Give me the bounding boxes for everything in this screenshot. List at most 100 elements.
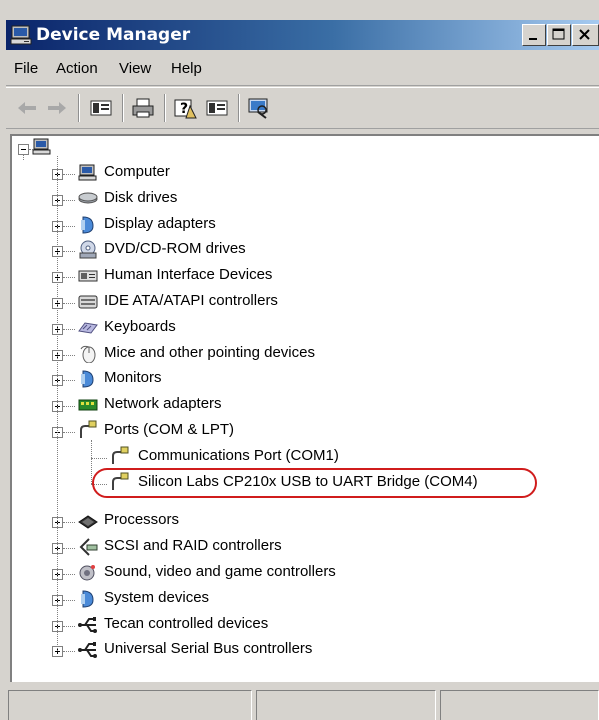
title-bar[interactable]: Device Manager	[6, 20, 599, 50]
port-icon	[80, 420, 97, 438]
close-button[interactable]	[572, 24, 599, 46]
tree-connector	[91, 440, 93, 484]
tree-category-row[interactable]: Mice and other pointing devices	[12, 341, 592, 365]
tree-category-label: Ports (COM & LPT)	[104, 421, 235, 438]
properties-icon[interactable]	[88, 96, 114, 120]
tree-connector	[63, 651, 75, 653]
cdrom-icon	[79, 240, 97, 259]
tree-device-label: Communications Port (COM1)	[138, 446, 339, 464]
tree-category-row[interactable]: DVD/CD-ROM drives	[12, 237, 592, 261]
mouse-icon	[80, 345, 96, 363]
port-icon	[112, 446, 129, 464]
tree-category-label: SCSI and RAID controllers	[104, 537, 282, 555]
sound-icon	[79, 564, 95, 581]
device-manager-icon	[10, 25, 32, 45]
tree-category-label: Network adapters	[104, 395, 222, 413]
status-pane	[256, 690, 436, 720]
tree-category-row[interactable]: Human Interface Devices	[12, 263, 592, 287]
tree-category-row[interactable]: Sound, video and game controllers	[12, 560, 592, 584]
tree-category-label: IDE ATA/ATAPI controllers	[104, 292, 278, 309]
menu-action[interactable]: Action	[56, 60, 98, 77]
toolbar-separator	[122, 94, 124, 122]
tree-category-row[interactable]: Processors	[12, 508, 592, 532]
toolbar-separator	[78, 94, 80, 122]
tree-category-label: Monitors	[104, 369, 162, 387]
print-icon[interactable]	[130, 96, 156, 120]
minus-icon	[21, 149, 26, 150]
back-arrow-icon[interactable]	[14, 96, 40, 120]
tree-category-row[interactable]: Display adapters	[12, 212, 592, 236]
tree-category-row[interactable]: IDE ATA/ATAPI controllers	[12, 289, 592, 313]
monitor-icon	[81, 370, 94, 388]
tree-category-row[interactable]: Computer	[12, 160, 592, 184]
hid-icon	[78, 270, 98, 282]
tree-category-row[interactable]: Ports (COM & LPT)	[12, 418, 592, 442]
computer-icon	[32, 138, 51, 155]
tree-category-row[interactable]: Tecan controlled devices	[12, 612, 592, 636]
tree-connector	[63, 303, 75, 305]
tree-category-label: System devices	[104, 588, 210, 606]
tree-connector	[63, 406, 75, 408]
tree-category-label: DVD/CD-ROM drives	[104, 240, 246, 258]
tree-connector	[63, 354, 75, 357]
tree-category-row[interactable]: Keyboards	[12, 315, 592, 339]
network-adapter-icon	[78, 399, 98, 411]
tree-category-row[interactable]: Universal Serial Bus controllers	[12, 637, 592, 661]
menu-view[interactable]: View	[119, 60, 151, 77]
status-pane	[440, 690, 599, 720]
tree-connector	[63, 599, 75, 602]
console-tree-icon[interactable]	[204, 96, 230, 120]
device-manager-window: Device Manager File Action View Help ? C…	[0, 0, 599, 720]
status-bar	[6, 686, 599, 720]
tree-connector	[29, 149, 33, 151]
tree-category-label: Mice and other pointing devices	[104, 343, 315, 361]
keyboard-icon	[78, 322, 98, 334]
window-title: Device Manager	[36, 25, 191, 45]
scan-hardware-icon[interactable]	[246, 96, 272, 120]
help-icon[interactable]: ?	[172, 96, 198, 120]
tree-connector	[63, 174, 75, 176]
toolbar: ?	[6, 87, 599, 129]
close-icon	[579, 29, 590, 40]
toolbar-separator	[164, 94, 166, 122]
tree-device-row[interactable]: Communications Port (COM1)	[12, 444, 592, 468]
tree-category-label: Processors	[104, 511, 180, 529]
tree-connector	[91, 457, 107, 460]
tree-connector	[63, 432, 75, 434]
tree-connector	[63, 328, 75, 331]
scsi-icon	[79, 538, 98, 556]
tree-connector	[57, 156, 59, 652]
tree-category-label: Tecan controlled devices	[104, 614, 269, 632]
tree-category-label: Disk drives	[104, 188, 178, 206]
tree-category-row[interactable]: SCSI and RAID controllers	[12, 534, 592, 558]
toolbar-separator	[238, 94, 240, 122]
tree-connector	[63, 277, 75, 279]
processor-icon	[78, 515, 98, 529]
usb-icon	[78, 616, 97, 633]
tree-category-row[interactable]: System devices	[12, 586, 592, 610]
tree-connector	[63, 522, 75, 524]
tree-category-label: Display adapters	[104, 214, 216, 232]
tree-connector	[63, 251, 75, 253]
maximize-icon	[552, 28, 565, 40]
maximize-button[interactable]	[547, 24, 571, 46]
menu-bar: File Action View Help	[6, 52, 599, 86]
tree-category-row[interactable]: Disk drives	[12, 186, 592, 210]
disk-drive-icon	[78, 192, 98, 204]
status-pane	[8, 690, 252, 720]
minimize-button[interactable]	[522, 24, 546, 46]
tree-category-label: Keyboards	[104, 317, 176, 335]
tree-category-label: Sound, video and game controllers	[104, 562, 336, 580]
computer-icon	[78, 164, 97, 181]
tree-connector	[63, 380, 75, 382]
tree-category-label: Computer	[104, 163, 170, 180]
highlight-annotation	[92, 467, 537, 498]
forward-arrow-icon[interactable]	[44, 96, 70, 120]
tree-category-row[interactable]: Monitors	[12, 366, 592, 390]
display-adapter-icon	[81, 216, 94, 234]
device-tree: Computer Disk drives Display adapters DVD/C…	[10, 134, 599, 682]
tree-connector	[63, 573, 75, 576]
tree-category-row[interactable]: Network adapters	[12, 392, 592, 416]
menu-help[interactable]: Help	[171, 60, 202, 77]
menu-file[interactable]: File	[14, 60, 38, 77]
